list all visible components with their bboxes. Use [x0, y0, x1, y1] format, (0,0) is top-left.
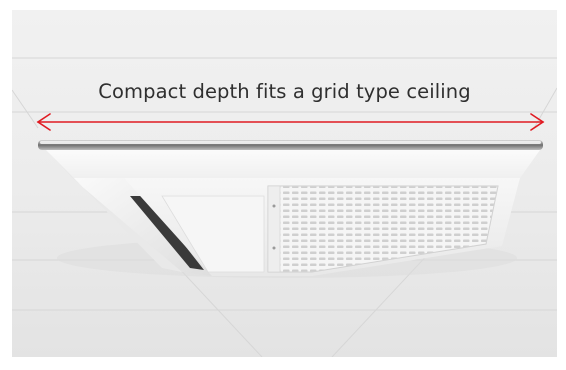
product-photo-stage: Compact depth fits a grid type ceiling [0, 0, 566, 370]
ceiling-cassette-photo [12, 10, 557, 357]
depth-caption: Compact depth fits a grid type ceiling [98, 80, 471, 103]
